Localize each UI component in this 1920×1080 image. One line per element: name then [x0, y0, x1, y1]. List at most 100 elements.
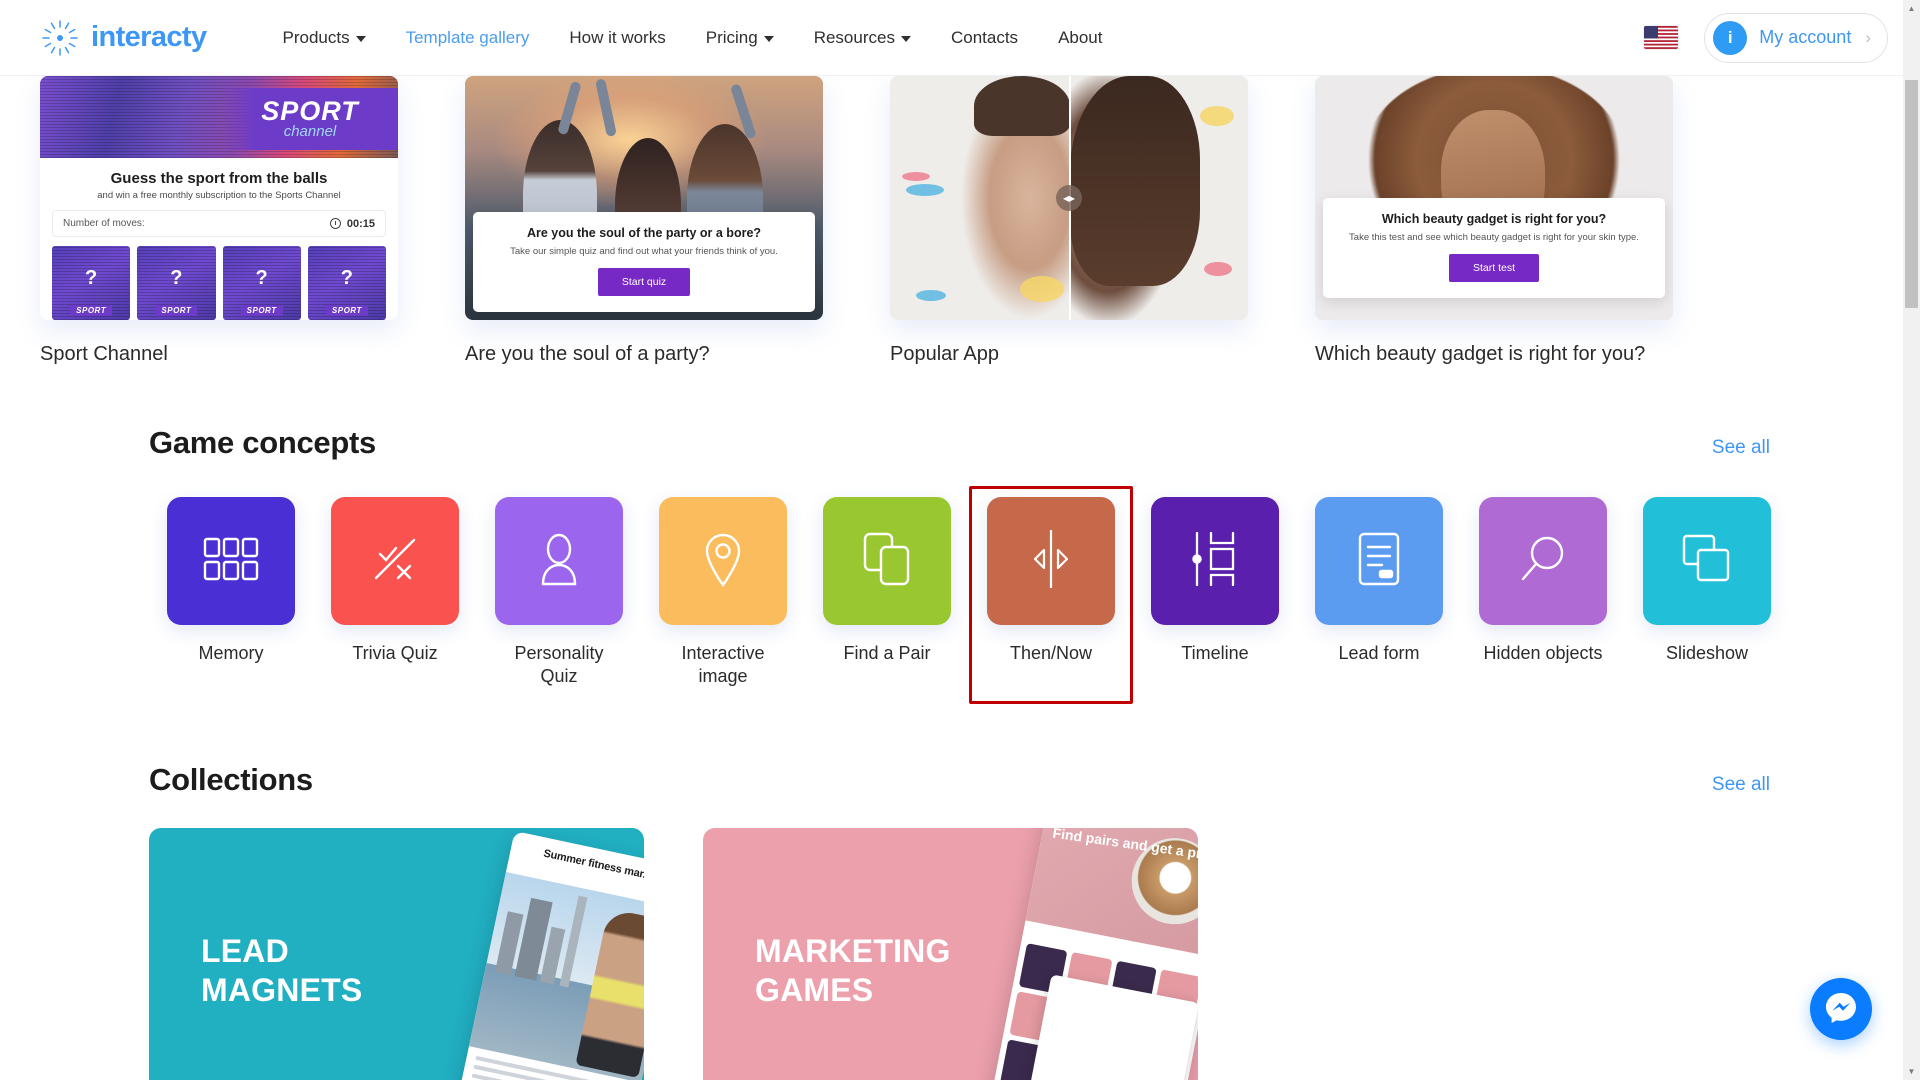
facebook-messenger-button[interactable]: [1810, 978, 1872, 1040]
avatar: i: [1713, 20, 1748, 55]
timer: 00:15: [329, 217, 375, 230]
chevron-down-icon: [355, 35, 366, 42]
template-title: Which beauty gadget is right for you?: [1315, 343, 1646, 365]
moves-label: Number of moves:: [63, 218, 145, 229]
concept-label: Find a Pair: [843, 643, 931, 663]
collection-title: MARKETING GAMES: [755, 933, 951, 1009]
magnifier-icon: [1516, 532, 1570, 591]
raised-arm: [595, 78, 617, 138]
concept-interactive-image[interactable]: Interactive image: [641, 486, 805, 704]
see-all-collections[interactable]: See all: [1712, 774, 1770, 796]
game-concepts-header: Game concepts See all: [0, 425, 1920, 461]
nav-label: Resources: [813, 27, 895, 47]
preview-subline: Take this test and see which beauty gadg…: [1349, 232, 1639, 243]
concept-tile: [1479, 497, 1607, 625]
us-flag-icon[interactable]: [1644, 26, 1679, 49]
start-quiz-button[interactable]: Start quiz: [597, 268, 691, 296]
sport-preview-body: Guess the sport from the balls and win a…: [40, 158, 398, 320]
memory-cards: ? ? ? ?: [52, 246, 386, 320]
check-cross-icon: [368, 532, 422, 591]
page-scroll-area[interactable]: SPORT channel Guess the sport from the b…: [0, 76, 1920, 1080]
concept-find-a-pair[interactable]: Find a Pair: [805, 486, 969, 704]
before-after-photo: ◂▸: [890, 76, 1248, 320]
two-cards-icon: [862, 531, 912, 592]
nav-label: Template gallery: [405, 27, 530, 47]
chevron-down-icon: [763, 35, 774, 42]
template-preview: ◂▸: [890, 76, 1248, 320]
scrollbar-thumb[interactable]: [1905, 80, 1918, 308]
nav-item-products[interactable]: Products: [263, 18, 386, 58]
concept-slideshow[interactable]: Slideshow: [1625, 486, 1789, 704]
concept-label: Slideshow: [1665, 643, 1749, 663]
template-preview: Which beauty gadget is right for you? Ta…: [1315, 76, 1673, 320]
mockup-image: [468, 872, 644, 1080]
collection-lead-magnets[interactable]: LEAD MAGNETS Summer fitness mar...: [149, 828, 644, 1080]
collection-mockup: Summer fitness mar...: [453, 830, 644, 1080]
section-title-game-concepts: Game concepts: [149, 425, 376, 460]
template-card-party-quiz[interactable]: Are you the soul of the party or a bore?…: [465, 76, 882, 367]
concept-trivia-quiz[interactable]: Trivia Quiz: [313, 486, 477, 704]
nav-label: How it works: [569, 27, 666, 47]
moves-timer-bar: Number of moves: 00:15: [52, 210, 386, 237]
concept-tile: [987, 497, 1115, 625]
template-card-sport-channel[interactable]: SPORT channel Guess the sport from the b…: [40, 76, 457, 367]
concept-label: Then/Now: [1009, 643, 1093, 663]
nav-label: Pricing: [705, 27, 758, 47]
concept-label: Timeline: [1181, 643, 1249, 663]
collection-marketing-games[interactable]: MARKETING GAMES Find pairs and get a pri…: [703, 828, 1198, 1080]
template-cards-row: SPORT channel Guess the sport from the b…: [0, 76, 1920, 367]
template-preview: Are you the soul of the party or a bore?…: [465, 76, 823, 320]
template-card-popular-app[interactable]: ◂▸ Popular App: [890, 76, 1307, 367]
nav-item-contacts[interactable]: Contacts: [931, 18, 1038, 58]
concept-tile: [659, 497, 787, 625]
scroll-down-icon[interactable]: ▼: [1903, 1063, 1920, 1080]
concept-tile: [331, 497, 459, 625]
memory-grid-icon: [203, 537, 259, 586]
brand-name: interacty: [91, 21, 207, 53]
hair-left: [974, 76, 1070, 136]
my-account-button[interactable]: i My account ›: [1704, 12, 1888, 63]
test-overlay-card: Which beauty gadget is right for you? Ta…: [1323, 198, 1665, 298]
concept-label: Interactive image: [681, 643, 765, 686]
nav-item-resources[interactable]: Resources: [794, 18, 931, 58]
before-after-slider-icon[interactable]: ◂▸: [1056, 185, 1082, 211]
nav-item-how-it-works[interactable]: How it works: [549, 18, 685, 58]
collection-title: LEAD MAGNETS: [201, 933, 363, 1009]
page-scrollbar[interactable]: ▲ ▼: [1903, 0, 1920, 1080]
header-actions: i My account ›: [1644, 12, 1888, 63]
template-card-beauty-gadget[interactable]: Which beauty gadget is right for you? Ta…: [1315, 76, 1732, 367]
preview-headline: Guess the sport from the balls: [110, 170, 328, 187]
concept-personality-quiz[interactable]: Personality Quiz: [477, 486, 641, 704]
nav-item-about[interactable]: About: [1038, 18, 1122, 58]
concept-label: Memory: [198, 643, 264, 663]
start-test-button[interactable]: Start test: [1448, 254, 1539, 282]
preview-subline: and win a free monthly subscription to t…: [97, 190, 341, 201]
document-form-icon: [1356, 531, 1402, 592]
concept-label: Personality Quiz: [514, 643, 604, 686]
scroll-up-icon[interactable]: ▲: [1903, 0, 1920, 17]
nav-item-template-gallery[interactable]: Template gallery: [386, 18, 550, 58]
nav-item-pricing[interactable]: Pricing: [686, 18, 794, 58]
game-concepts-list: Memory Trivia Quiz Personality Quiz Inte…: [0, 486, 1920, 704]
stacked-slides-icon: [1680, 533, 1734, 590]
concept-then-now[interactable]: Then/Now: [969, 486, 1133, 704]
nav-label: Products: [282, 27, 350, 47]
brand-logo[interactable]: interacty: [40, 18, 207, 58]
before-after-icon: [1024, 528, 1078, 595]
timer-value: 00:15: [346, 217, 375, 230]
collections-list: LEAD MAGNETS Summer fitness mar... MARKE…: [0, 828, 1920, 1080]
account-label: My account: [1759, 27, 1852, 47]
concept-lead-form[interactable]: Lead form: [1297, 486, 1461, 704]
concept-timeline[interactable]: Timeline: [1133, 486, 1297, 704]
concept-hidden-objects[interactable]: Hidden objects: [1461, 486, 1625, 704]
concept-tile: [1315, 497, 1443, 625]
confetti-blob: [1204, 262, 1232, 276]
preview-subline: Take our simple quiz and find out what y…: [510, 246, 778, 257]
see-all-game-concepts[interactable]: See all: [1712, 437, 1770, 459]
confetti-blob: [906, 184, 944, 196]
sport-channel-logo: SPORT channel: [222, 88, 398, 150]
card-mark: ?: [340, 266, 353, 289]
person-icon: [536, 532, 582, 591]
concept-memory[interactable]: Memory: [149, 486, 313, 704]
concept-label: Hidden objects: [1483, 643, 1603, 663]
